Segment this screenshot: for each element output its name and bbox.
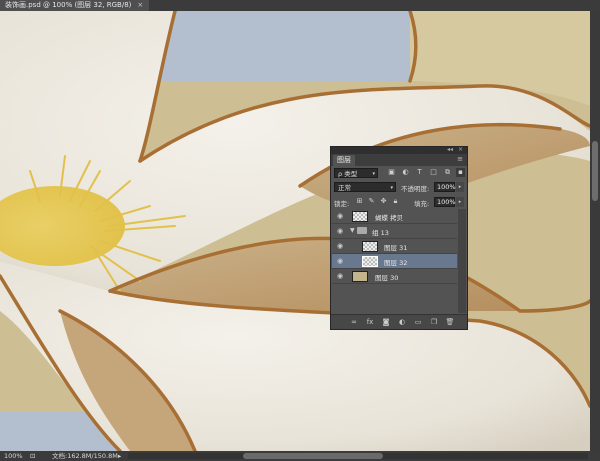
document-tab-bar: 装饰画.psd @ 100% (图层 32, RGB/8) ×	[0, 0, 600, 11]
layer-row-selected[interactable]: ◉ 图层 32	[332, 254, 457, 269]
lock-all-icon[interactable]: 🔒︎	[391, 197, 400, 206]
artwork	[0, 11, 590, 451]
lock-transparent-icon[interactable]: ⊞	[355, 197, 364, 206]
fill-slider-arrow[interactable]: ▸	[456, 197, 464, 207]
lock-position-icon[interactable]: ✥	[379, 197, 388, 206]
layer-name: 组 13	[372, 229, 389, 237]
visibility-eye-icon[interactable]: ◉	[335, 257, 345, 266]
new-layer-icon[interactable]: ❐	[429, 317, 439, 327]
panel-title-strip: ◂◂ ×	[331, 146, 467, 154]
fill-label: 填充:	[414, 200, 430, 208]
visibility-eye-icon[interactable]: ◉	[335, 212, 345, 221]
link-layers-icon[interactable]: ∞	[349, 317, 359, 327]
adjustment-filter-icon[interactable]: ◐	[401, 168, 410, 177]
document-tab-title: 装饰画.psd @ 100% (图层 32, RGB/8)	[5, 1, 132, 9]
layer-name: 蝴蝶 拷贝	[375, 214, 404, 222]
opacity-label: 不透明度:	[401, 185, 430, 193]
horizontal-scroll-thumb[interactable]	[243, 453, 383, 459]
fx-icon[interactable]: fx	[365, 317, 375, 327]
zoom-level[interactable]: 100%	[4, 451, 23, 461]
close-panel-icon[interactable]: ×	[458, 146, 463, 153]
chevron-down-icon: ▾	[372, 171, 375, 177]
panel-tab-row: 图层 ≡	[331, 154, 467, 166]
layer-filter-label: ρ 类型	[338, 170, 358, 178]
layer-thumbnail	[352, 271, 368, 282]
horizontal-scrollbar[interactable]	[128, 453, 588, 459]
visibility-eye-icon[interactable]: ◉	[335, 227, 345, 236]
document-info: 文档:162.8M/150.8M	[52, 452, 118, 460]
layers-list: ◉ 蝴蝶 拷贝 ◉ ▼ 组 13 ◉ 图层 31 ◉ 图层 32 ◉ 图层 30	[332, 209, 457, 313]
expand-triangle-icon[interactable]: ▼	[350, 227, 355, 234]
layers-scrollbar[interactable]	[458, 209, 466, 313]
layer-filter-select[interactable]: ρ 类型 ▾	[334, 168, 378, 178]
adjustment-layer-icon[interactable]: ◐	[397, 317, 407, 327]
layer-row[interactable]: ◉ 图层 30	[332, 269, 457, 284]
status-arrow-icon[interactable]: ▸	[118, 451, 121, 461]
status-bar: 100% ⊡ 文档:162.8M/150.8M ▸	[0, 451, 600, 461]
layer-name: 图层 32	[384, 259, 408, 267]
layer-thumbnail	[362, 256, 378, 267]
visibility-eye-icon[interactable]: ◉	[335, 272, 345, 281]
layers-panel-footer: ∞ fx ◙ ◐ ▭ ❐ 🗑︎	[331, 314, 467, 329]
image-filter-icon[interactable]: ▣	[387, 168, 396, 177]
layer-row[interactable]: ◉ 蝴蝶 拷贝	[332, 209, 457, 224]
smart-object-filter-icon[interactable]: ⧉	[443, 168, 452, 177]
layer-group-row[interactable]: ◉ ▼ 组 13	[332, 224, 457, 239]
collapse-icon[interactable]: ◂◂	[447, 146, 453, 153]
status-icon[interactable]: ⊡	[30, 451, 35, 461]
layer-name: 图层 31	[384, 244, 408, 252]
vertical-scrollbar[interactable]	[590, 11, 600, 451]
layer-thumbnail	[362, 241, 378, 252]
layer-thumbnail	[352, 211, 368, 222]
new-group-icon[interactable]: ▭	[413, 317, 423, 327]
delete-layer-icon[interactable]: 🗑︎	[445, 317, 455, 327]
panel-menu-icon[interactable]: ≡	[457, 155, 463, 163]
document-canvas[interactable]	[0, 11, 590, 451]
shape-filter-icon[interactable]: □	[429, 168, 438, 177]
chevron-down-icon: ▾	[390, 185, 393, 191]
lock-image-icon[interactable]: ✎	[367, 197, 376, 206]
add-mask-icon[interactable]: ◙	[381, 317, 391, 327]
blend-mode-value: 正常	[338, 184, 351, 192]
filter-toggle-icon[interactable]: ▪	[456, 168, 465, 177]
blend-mode-select[interactable]: 正常 ▾	[334, 182, 396, 192]
layers-panel: ◂◂ × 图层 ≡ ρ 类型 ▾ ▣ ◐ T □ ⧉ ▪ 正常 ▾ 不透明度: …	[330, 146, 468, 330]
layer-row[interactable]: ◉ 图层 31	[332, 239, 457, 254]
type-filter-icon[interactable]: T	[415, 168, 424, 177]
opacity-slider-arrow[interactable]: ▸	[456, 182, 464, 192]
layer-name: 图层 30	[375, 274, 399, 282]
document-tab[interactable]: 装饰画.psd @ 100% (图层 32, RGB/8) ×	[0, 0, 150, 11]
folder-icon	[357, 227, 367, 234]
fill-input[interactable]: 100%	[434, 197, 456, 207]
visibility-eye-icon[interactable]: ◉	[335, 242, 345, 251]
close-tab-icon[interactable]: ×	[137, 1, 143, 9]
tab-layers[interactable]: 图层	[333, 155, 355, 166]
lock-label: 锁定:	[334, 200, 350, 208]
vertical-scroll-thumb[interactable]	[592, 141, 598, 201]
opacity-input[interactable]: 100%	[434, 182, 456, 192]
